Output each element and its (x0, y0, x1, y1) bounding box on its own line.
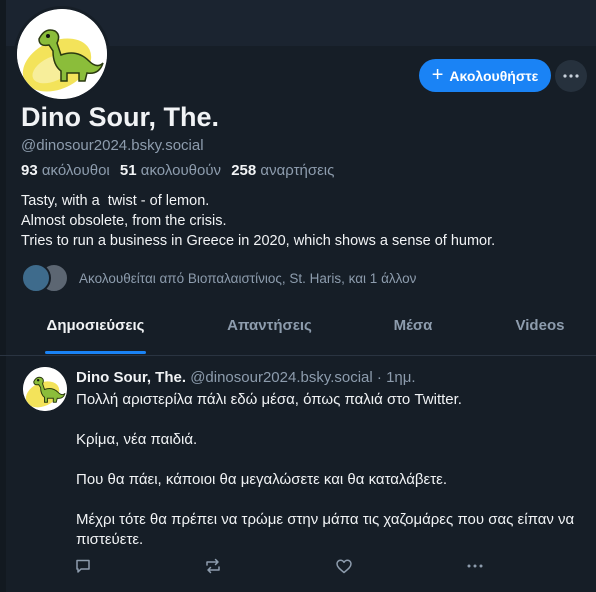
profile-handle: @dinosour2024.bsky.social (21, 137, 204, 154)
followed-by-row[interactable]: Ακολουθείται από Βιοπαλαιστίνιος, St. Ha… (21, 263, 416, 293)
following-stat[interactable]: 93 ακόλουθοι (21, 162, 110, 179)
post-actions (0, 554, 596, 578)
post-paragraph: Μέχρι τότε θα πρέπει να τρώμε στην μάπα … (76, 511, 575, 548)
follow-button-label: Ακολουθήστε (449, 67, 539, 84)
posts-stat: 258 αναρτήσεις (231, 162, 335, 179)
followers-stat[interactable]: 51 ακολουθούν (120, 162, 221, 179)
plus-icon: + (431, 63, 444, 86)
active-tab-indicator (45, 351, 146, 354)
follower-avatar (21, 263, 51, 293)
bio-line: Tasty, with a twist - of lemon. (21, 193, 210, 209)
post-author-handle[interactable]: @dinosour2024.bsky.social (190, 369, 373, 386)
profile-display-name: Dino Sour, The. (21, 102, 220, 132)
profile-bio: Tasty, with a twist - of lemon. Almost o… (21, 191, 495, 251)
post-text: Πολλή αριστερίλα πάλι εδώ μέσα, όπως παλ… (76, 390, 576, 570)
profile-tabs: Δημοσιεύσεις Απαντήσεις Μέσα Videos (0, 297, 596, 356)
more-icon (467, 564, 483, 568)
post-paragraph: Που θα πάει, κάποιοι θα μεγαλώσετε και θ… (76, 471, 448, 488)
tab-videos[interactable]: Videos (498, 297, 582, 354)
followed-by-text: Ακολουθείται από Βιοπαλαιστίνιος, St. Ha… (79, 270, 417, 286)
post-author-name[interactable]: Dino Sour, The. (76, 369, 186, 386)
post-paragraph: Κρίμα, νέα παιδιά. (76, 431, 198, 448)
tab-posts[interactable]: Δημοσιεύσεις (28, 297, 163, 354)
post-author-avatar[interactable] (23, 367, 67, 411)
bio-line: Almost obsolete, from the crisis. (21, 213, 227, 229)
tab-replies[interactable]: Απαντήσεις (203, 297, 336, 354)
like-button[interactable] (332, 554, 356, 578)
profile-stats: 93 ακόλουθοι 51 ακολουθούν 258 αναρτήσει… (21, 162, 334, 179)
follow-button[interactable]: + Ακολουθήστε (419, 59, 551, 92)
like-icon (336, 559, 352, 573)
dinosaur-avatar-image (17, 9, 107, 99)
post-timestamp[interactable]: · 1ημ. (377, 369, 416, 386)
repost-button[interactable] (201, 554, 225, 578)
bio-line: Tries to run a business in Greece in 202… (21, 233, 496, 249)
post-paragraph: Πολλή αριστερίλα πάλι εδώ μέσα, όπως παλ… (76, 391, 462, 408)
ellipsis-icon (563, 74, 579, 78)
profile-avatar[interactable] (17, 9, 107, 99)
more-options-button[interactable] (555, 60, 587, 92)
post-more-button[interactable] (463, 554, 487, 578)
reply-icon (76, 559, 90, 573)
reply-button[interactable] (71, 554, 95, 578)
post-header: Dino Sour, The. @dinosour2024.bsky.socia… (76, 369, 416, 386)
repost-icon (206, 558, 220, 574)
dinosaur-avatar-image (23, 367, 67, 411)
tab-media[interactable]: Μέσα (370, 297, 456, 354)
